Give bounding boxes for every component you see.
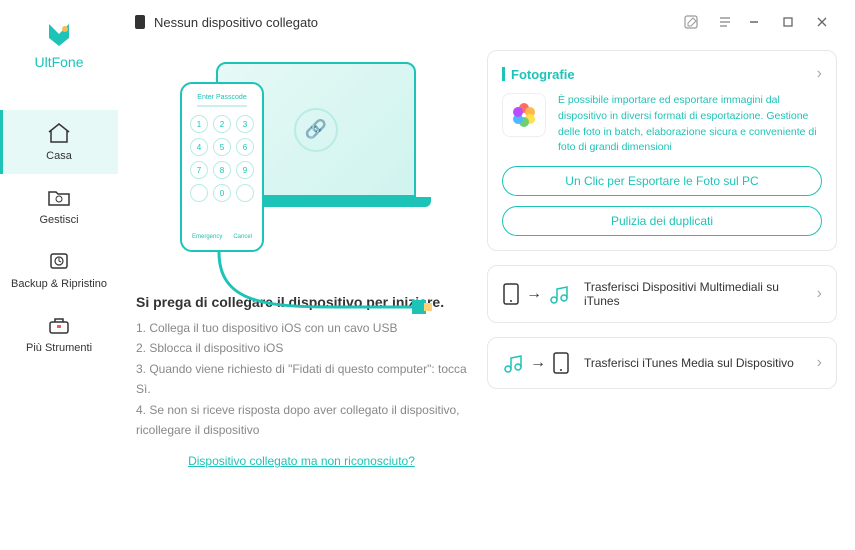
phone-graphic: Enter Passcode 123 456 789 0 Emergency C… [180, 82, 264, 252]
brand-logo-icon [43, 20, 75, 48]
music-icon [548, 283, 570, 305]
photos-description: È possibile importare ed esportare immag… [558, 93, 822, 156]
maximize-icon [782, 16, 794, 28]
photos-card: Fotografie › È possibile importare ed es… [487, 50, 837, 251]
transfer-to-itunes-card[interactable]: → Trasferisci Dispositivi Multimediali s… [487, 265, 837, 323]
minimize-button[interactable] [737, 10, 771, 34]
brand-name: UltFone [34, 54, 83, 70]
sidebar-item-label: Gestisci [39, 214, 78, 226]
sidebar-item-manage[interactable]: Gestisci [0, 174, 118, 238]
transfer-to-device-card[interactable]: → Trasferisci iTunes Media sul Dispositi… [487, 337, 837, 389]
left-panel: 🔗 Enter Passcode 123 456 789 0 [136, 44, 467, 538]
chevron-right-icon: › [817, 285, 822, 303]
chevron-right-icon: › [817, 65, 822, 83]
dedup-photos-button[interactable]: Pulizia dei duplicati [502, 206, 822, 236]
photos-title: Fotografie [511, 67, 575, 82]
arrow-right-icon: → [530, 354, 546, 372]
content: 🔗 Enter Passcode 123 456 789 0 [118, 44, 855, 550]
sidebar: UltFone Casa Gestisci Backup & Ripristin… [0, 0, 118, 550]
backup-icon [46, 250, 72, 272]
sidebar-item-label: Casa [46, 150, 72, 162]
right-panel: Fotografie › È possibile importare ed es… [487, 44, 837, 538]
app-window: UltFone Casa Gestisci Backup & Ripristin… [0, 0, 855, 550]
menu-button[interactable] [713, 10, 737, 34]
help-link[interactable]: Dispositivo collegato ma non riconosciut… [136, 454, 467, 468]
feedback-button[interactable] [679, 10, 703, 34]
instruction-step: 2. Sblocca il dispositivo iOS [136, 338, 467, 358]
home-icon [46, 122, 72, 144]
cable-graphic [214, 252, 434, 322]
device-icon [134, 14, 146, 30]
transfer-label: Trasferisci Dispositivi Multimediali su … [584, 280, 803, 308]
minimize-icon [748, 16, 760, 28]
titlebar: Nessun dispositivo collegato [118, 0, 855, 44]
device-status: Nessun dispositivo collegato [134, 14, 318, 30]
transfer-label: Trasferisci iTunes Media sul Dispositivo [584, 356, 803, 370]
sidebar-item-backup[interactable]: Backup & Ripristino [0, 238, 118, 302]
link-icon: 🔗 [294, 108, 338, 152]
folder-gear-icon [46, 186, 72, 208]
phone-emergency-label: Emergency [192, 234, 222, 240]
export-photos-button[interactable]: Un Clic per Esportare le Foto sul PC [502, 166, 822, 196]
photos-app-icon [502, 93, 546, 137]
edit-icon [683, 14, 699, 30]
sidebar-item-label: Backup & Ripristino [11, 278, 107, 290]
maximize-button[interactable] [771, 10, 805, 34]
chevron-right-icon: › [817, 354, 822, 372]
sidebar-item-tools[interactable]: Più Strumenti [0, 302, 118, 366]
close-icon [816, 16, 828, 28]
connect-illustration: 🔗 Enter Passcode 123 456 789 0 [136, 52, 467, 282]
sidebar-item-label: Più Strumenti [26, 342, 92, 354]
music-icon [502, 352, 524, 374]
sidebar-item-home[interactable]: Casa [0, 110, 118, 174]
device-icon [502, 283, 520, 305]
transfer-icons: → [502, 283, 570, 305]
card-header[interactable]: Fotografie › [502, 65, 822, 83]
instruction-step: 4. Se non si riceve risposta dopo aver c… [136, 400, 467, 441]
device-icon [552, 352, 570, 374]
keypad-graphic: 123 456 789 0 [190, 115, 254, 202]
phone-passcode-label: Enter Passcode [197, 94, 246, 101]
menu-icon [717, 14, 733, 30]
transfer-icons: → [502, 352, 570, 374]
main-area: Nessun dispositivo collegato 🔗 Enter Pas… [118, 0, 855, 550]
instruction-step: 3. Quando viene richiesto di "Fidati di … [136, 359, 467, 400]
toolbox-icon [46, 314, 72, 336]
device-status-text: Nessun dispositivo collegato [154, 15, 318, 30]
phone-cancel-label: Cancel [233, 234, 252, 240]
close-button[interactable] [805, 10, 839, 34]
arrow-right-icon: → [526, 285, 542, 303]
